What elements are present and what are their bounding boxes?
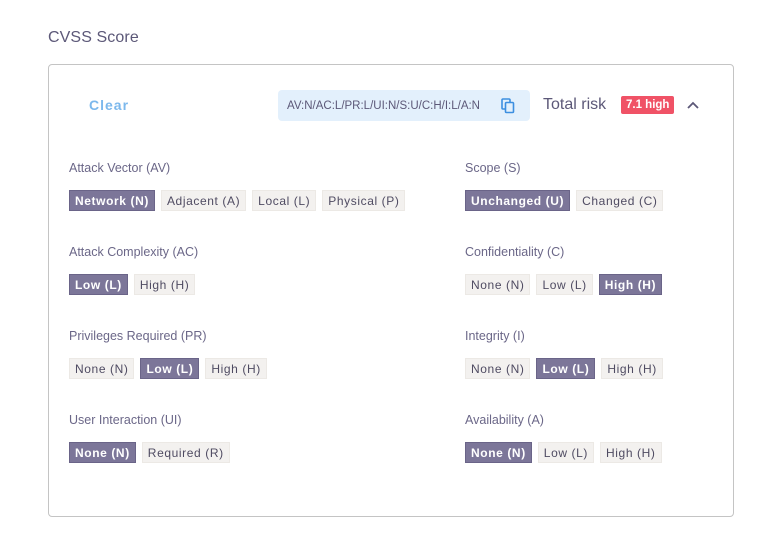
vector-string: AV:N/AC:L/PR:L/UI:N/S:U/C:H/I:L/A:N — [287, 99, 480, 112]
copy-icon[interactable] — [501, 98, 515, 114]
metric-scope: Scope (S) Unchanged (U) Changed (C) — [465, 160, 669, 211]
option-av-3[interactable]: Physical (P) — [322, 190, 406, 211]
metric-label: Integrity (I) — [465, 329, 525, 343]
metric-integrity: Integrity (I) None (N) Low (L) High (H) — [465, 328, 669, 379]
metric-label: Confidentiality (C) — [465, 245, 565, 259]
option-c-0[interactable]: None (N) — [465, 274, 531, 295]
metric-confidentiality: Confidentiality (C) None (N) Low (L) High … — [465, 244, 668, 295]
option-ui-1[interactable]: Required (R) — [141, 442, 230, 463]
option-i-1-selected[interactable]: Low (L) — [536, 358, 596, 379]
option-av-0-selected[interactable]: Network (N) — [69, 190, 155, 211]
option-a-1[interactable]: Low (L) — [537, 442, 595, 463]
option-c-2-selected[interactable]: High (H) — [598, 274, 663, 295]
option-s-1[interactable]: Changed (C) — [576, 190, 664, 211]
option-ac-1[interactable]: High (H) — [133, 274, 196, 295]
metric-availability: Availability (A) None (N) Low (L) High (H) — [465, 412, 668, 463]
risk-badge: 7.1 high — [621, 96, 675, 114]
section-title: CVSS Score — [48, 29, 139, 46]
option-pr-0[interactable]: None (N) — [69, 358, 135, 379]
metric-attack-complexity: Attack Complexity (AC) Low (L) High (H) — [69, 244, 201, 295]
metric-label: Privileges Required (PR) — [69, 329, 207, 343]
metric-attack-vector: Attack Vector (AV) Network (N) Adjacent (… — [69, 160, 411, 211]
metric-label: Attack Vector (AV) — [69, 161, 171, 175]
option-c-1[interactable]: Low (L) — [536, 274, 593, 295]
option-a-2[interactable]: High (H) — [600, 442, 662, 463]
metric-label: Scope (S) — [465, 161, 521, 175]
option-av-2[interactable]: Local (L) — [252, 190, 317, 211]
metric-privileges-required: Privileges Required (PR) None (N) Low (L)… — [69, 328, 273, 379]
option-av-1[interactable]: Adjacent (A) — [160, 190, 247, 211]
option-i-0[interactable]: None (N) — [465, 358, 531, 379]
option-ac-0-selected[interactable]: Low (L) — [69, 274, 128, 295]
clear-button[interactable]: Clear — [75, 91, 143, 119]
option-ui-0-selected[interactable]: None (N) — [69, 442, 136, 463]
option-pr-1-selected[interactable]: Low (L) — [140, 358, 200, 379]
metric-label: Availability (A) — [465, 413, 544, 427]
option-i-2[interactable]: High (H) — [601, 358, 663, 379]
metric-label: User Interaction (UI) — [69, 413, 182, 427]
option-s-0-selected[interactable]: Unchanged (U) — [465, 190, 571, 211]
option-pr-2[interactable]: High (H) — [205, 358, 267, 379]
metric-label: Attack Complexity (AC) — [69, 245, 199, 259]
total-risk-label: Total risk — [543, 96, 607, 113]
metric-user-interaction: User Interaction (UI) None (N) Required (… — [69, 412, 236, 463]
cvss-card: Clear AV:N/AC:L/PR:L/UI:N/S:U/C:H/I:L/A:… — [48, 64, 734, 517]
option-a-0-selected[interactable]: None (N) — [465, 442, 532, 463]
chevron-up-icon[interactable] — [685, 98, 701, 112]
vector-string-box: AV:N/AC:L/PR:L/UI:N/S:U/C:H/I:L/A:N — [278, 90, 530, 121]
